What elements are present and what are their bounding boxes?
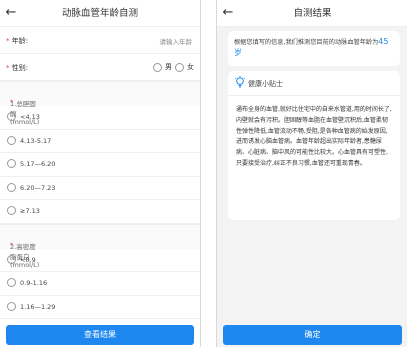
gender-label: 性别: xyxy=(11,64,29,72)
lightbulb-icon xyxy=(235,76,245,88)
age-label: 年龄: xyxy=(11,37,29,45)
q1-option[interactable]: 5.17—6.20 xyxy=(0,153,200,177)
tips-header: 健康小贴士 xyxy=(228,71,400,96)
page-title: 动脉血管年龄自测 xyxy=(61,8,138,19)
radio-icon[interactable] xyxy=(7,301,16,311)
radio-icon[interactable] xyxy=(7,182,16,192)
tips-body: 通布全身的血管,就好比住宅中的自来水管道,用的时间长了,内壁就会有污积。胆固醇等… xyxy=(236,106,392,167)
q2-option[interactable]: <0.9 xyxy=(0,249,200,272)
radio-icon[interactable] xyxy=(7,159,16,168)
age-row: * 年龄: 请输入年龄 xyxy=(0,27,200,54)
gender-row: * 性别: 男 女 xyxy=(0,54,200,81)
q1-option[interactable]: 6.20—7.23 xyxy=(0,177,200,200)
confirm-button[interactable]: 确定 xyxy=(223,325,402,345)
gender-male-label: 男 xyxy=(165,63,172,71)
gender-male-radio[interactable] xyxy=(153,62,162,72)
age-input[interactable]: 请输入年龄 xyxy=(160,36,193,46)
q2-option[interactable]: 0.9-1.16 xyxy=(0,272,200,296)
radio-icon[interactable] xyxy=(7,254,16,264)
gender-female-label: 女 xyxy=(187,63,194,71)
gender-female-radio[interactable] xyxy=(175,62,184,72)
q1-option[interactable]: <4.13 xyxy=(0,106,200,130)
radio-icon[interactable] xyxy=(7,112,16,121)
q1-option[interactable]: 4.13-5.17 xyxy=(0,130,200,153)
gender-options: 男 女 xyxy=(153,62,194,72)
question-2-title: * 2.高密度脂蛋白(mmol/L) xyxy=(0,223,200,269)
result-text: 根据您填写的信息,我们推测您目前的动脉血管年龄为 xyxy=(234,39,379,46)
result-header: ← 自测结果 xyxy=(217,0,407,27)
q1-option[interactable]: ≥7.13 xyxy=(0,200,200,224)
result-pane: ← 自测结果 根据您填写的信息,我们推测您目前的动脉血管年龄为45岁 健康小贴士… xyxy=(216,0,407,347)
radio-icon[interactable] xyxy=(7,278,16,287)
tips-card: 健康小贴士 通布全身的血管,就好比住宅中的自来水管道,用的时间长了,内壁就会有污… xyxy=(228,71,400,220)
q2-option[interactable]: 1.16—1.29 xyxy=(0,296,200,319)
required-mark: * xyxy=(6,64,10,72)
question-1-title: * 1.总胆固醇(mmol/L) xyxy=(0,81,200,126)
required-mark: * xyxy=(6,37,10,45)
tips-title: 健康小贴士 xyxy=(248,80,283,88)
result-card: 根据您填写的信息,我们推测您目前的动脉血管年龄为45岁 xyxy=(228,31,400,66)
radio-icon[interactable] xyxy=(7,135,16,145)
page-title: 自测结果 xyxy=(293,8,332,19)
survey-pane: ← 动脉血管年龄自测 * 年龄: 请输入年龄 * 性别: 男 女 * 1.总胆固… xyxy=(0,0,201,347)
radio-icon[interactable] xyxy=(7,206,16,215)
survey-header: ← 动脉血管年龄自测 xyxy=(0,0,200,27)
view-result-button[interactable]: 查看结果 xyxy=(6,325,194,345)
